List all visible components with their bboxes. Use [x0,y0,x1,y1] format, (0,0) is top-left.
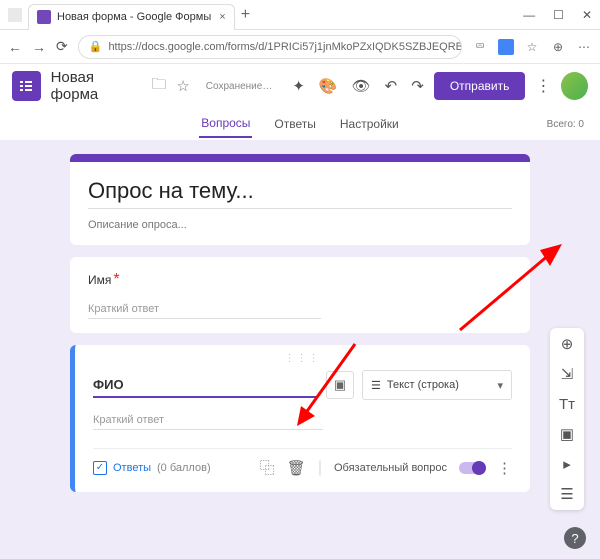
url-text: https://docs.google.com/forms/d/1PRICi57… [108,41,462,53]
tab-settings[interactable]: Настройки [338,111,401,137]
answer-key-button[interactable]: ✓ Ответы (0 баллов) [93,461,211,475]
new-tab-button[interactable]: + [241,6,250,24]
translate-icon[interactable] [498,39,514,55]
answer-placeholder: Краткий ответ [93,414,323,430]
delete-icon[interactable]: 🗑 [287,459,306,477]
theme-icon[interactable]: 🎨 [319,77,338,95]
tab-favicon [37,10,51,24]
url-field[interactable]: 🔒 https://docs.google.com/forms/d/1PRICi… [78,35,462,59]
redo-icon[interactable]: ↷ [411,77,424,95]
question-type-dropdown[interactable]: ☰ Текст (строка) ▾ [362,370,512,400]
check-icon: ✓ [93,461,107,475]
question-type-label: Текст (строка) [387,379,459,391]
add-video-icon[interactable]: ▸ [557,454,577,474]
saving-status: Сохранение… [206,81,273,92]
window-controls: — ☐ ✕ [523,8,592,22]
window-app-icon [8,8,22,22]
question-more-icon[interactable]: ⋮ [497,459,512,477]
answer-placeholder: Краткий ответ [88,303,321,319]
app-header: Новая форма 🗀 ☆ Сохранение… ✦ 🎨 👁 ↶ ↷ От… [0,64,600,108]
add-image-side-icon[interactable]: ▣ [557,424,577,444]
add-question-icon[interactable]: ⊕ [557,334,577,354]
browser-menu-icon[interactable]: ⋯ [576,39,592,55]
required-asterisk: * [113,271,119,288]
tab-questions[interactable]: Вопросы [199,110,252,138]
reload-button[interactable]: ⟳ [56,38,68,55]
forms-logo[interactable] [12,71,41,101]
tab-title: Новая форма - Google Формы [57,11,211,23]
undo-icon[interactable]: ↶ [385,77,398,95]
chevron-down-icon: ▾ [497,379,503,392]
question-title-input[interactable] [93,373,318,398]
question-card-1[interactable]: Имя* Краткий ответ [70,257,530,333]
duplicate-icon[interactable]: ⿻ [260,457,275,478]
collections-icon[interactable]: ⊕ [550,39,566,55]
question-label: Имя [88,273,111,287]
import-questions-icon[interactable]: ⇲ [557,364,577,384]
total-count: Всего: 0 [547,119,584,130]
side-toolbar: ⊕ ⇲ Tᴛ ▣ ▸ ☰ [550,328,584,510]
send-button[interactable]: Отправить [434,72,526,100]
more-menu-icon[interactable]: ⋮ [535,76,551,96]
form-name[interactable]: Новая форма [51,69,142,103]
address-bar: ← → ⟳ 🔒 https://docs.google.com/forms/d/… [0,30,600,64]
short-text-icon: ☰ [371,379,381,392]
addons-icon[interactable]: ✦ [292,77,305,95]
answers-label: Ответы [113,462,151,474]
help-button[interactable]: ? [564,527,586,549]
share-icon[interactable]: ⮹ [472,39,488,55]
tab-answers[interactable]: Ответы [272,111,317,137]
points-label: (0 баллов) [157,462,211,474]
close-tab-icon[interactable]: × [219,11,225,23]
form-title-input[interactable] [88,176,512,206]
back-button[interactable]: ← [8,39,22,55]
account-avatar[interactable] [561,72,588,100]
add-section-icon[interactable]: ☰ [557,484,577,504]
add-image-icon[interactable]: ▣ [326,371,354,399]
maximize-button[interactable]: ☐ [553,8,564,22]
close-window-button[interactable]: ✕ [582,8,592,22]
lock-icon: 🔒 [89,40,103,53]
form-description[interactable]: Описание опроса... [88,219,512,231]
preview-icon[interactable]: 👁 [352,77,371,95]
star-icon[interactable]: ☆ [176,77,189,95]
browser-extensions: ⮹ ☆ ⊕ ⋯ [472,39,592,55]
forward-button[interactable]: → [32,39,46,55]
folder-icon[interactable]: 🗀 [151,74,166,99]
favorite-icon[interactable]: ☆ [524,39,540,55]
form-tabs: Вопросы Ответы Настройки Всего: 0 [0,108,600,140]
drag-handle-icon[interactable]: ⋮⋮⋮ [93,353,512,364]
add-title-icon[interactable]: Tᴛ [557,394,577,414]
header-tools: ✦ 🎨 👁 ↶ ↷ [292,77,423,95]
window-titlebar: Новая форма - Google Формы × + — ☐ ✕ [0,0,600,30]
minimize-button[interactable]: — [523,8,535,22]
browser-tab[interactable]: Новая форма - Google Формы × [28,4,235,30]
required-label: Обязательный вопрос [334,462,447,474]
required-toggle[interactable] [459,462,485,474]
question-card-2-active[interactable]: ⋮⋮⋮ ▣ ☰ Текст (строка) ▾ Краткий ответ ✓… [70,345,530,492]
form-canvas: Описание опроса... Имя* Краткий ответ ⋮⋮… [0,140,600,559]
question-footer: ✓ Ответы (0 баллов) ⿻ 🗑 | Обязательный в… [93,448,512,478]
form-header-card[interactable]: Описание опроса... [70,154,530,245]
